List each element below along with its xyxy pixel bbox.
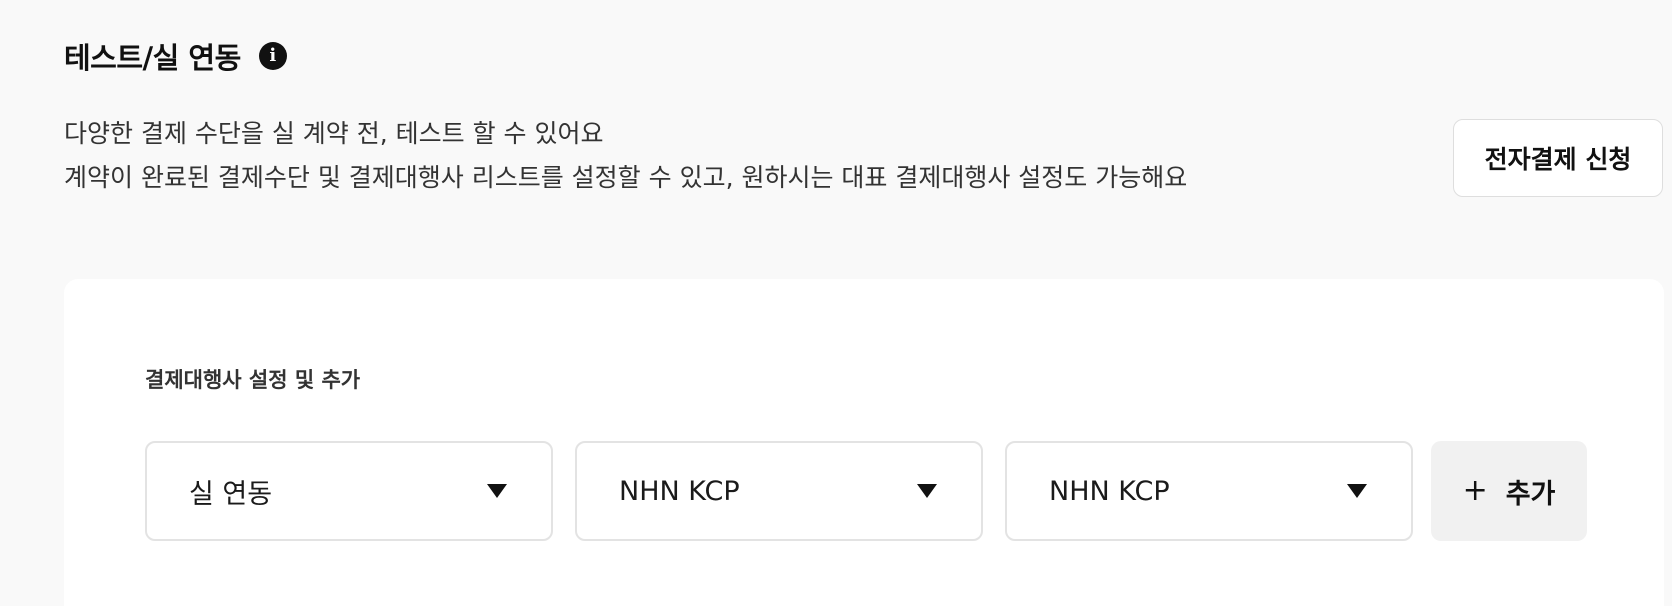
select-value: NHN KCP	[1049, 475, 1170, 507]
chevron-down-icon	[1347, 484, 1367, 498]
pg-provider-select[interactable]: NHN KCP	[575, 441, 983, 541]
section-label: 결제대행사 설정 및 추가	[145, 368, 361, 392]
apply-payment-button[interactable]: 전자결제 신청	[1453, 119, 1663, 197]
add-button-label: 추가	[1505, 478, 1556, 510]
add-pg-button[interactable]: + 추가	[1431, 441, 1587, 541]
integration-mode-select[interactable]: 실 연동	[145, 441, 553, 541]
select-value: NHN KCP	[619, 475, 740, 507]
description-line-2: 계약이 완료된 결제수단 및 결제대행사 리스트를 설정할 수 있고, 원하시는…	[64, 163, 1188, 192]
description-line-1: 다양한 결제 수단을 실 계약 전, 테스트 할 수 있어요	[64, 119, 604, 148]
pg-settings-card: 결제대행사 설정 및 추가 실 연동 NHN KCP NHN KCP + 추가	[64, 279, 1664, 606]
chevron-down-icon	[917, 484, 937, 498]
plus-icon: +	[1462, 473, 1488, 508]
chevron-down-icon	[487, 484, 507, 498]
info-icon[interactable]: i	[258, 42, 287, 70]
page-title: 테스트/실 연동	[64, 41, 241, 75]
select-value: 실 연동	[189, 478, 273, 510]
page-description: 다양한 결제 수단을 실 계약 전, 테스트 할 수 있어요 계약이 완료된 결…	[64, 112, 1187, 200]
page-header: 테스트/실 연동 i	[64, 36, 287, 76]
page: 테스트/실 연동 i 다양한 결제 수단을 실 계약 전, 테스트 할 수 있어…	[0, 0, 1672, 606]
representative-pg-select[interactable]: NHN KCP	[1005, 441, 1413, 541]
